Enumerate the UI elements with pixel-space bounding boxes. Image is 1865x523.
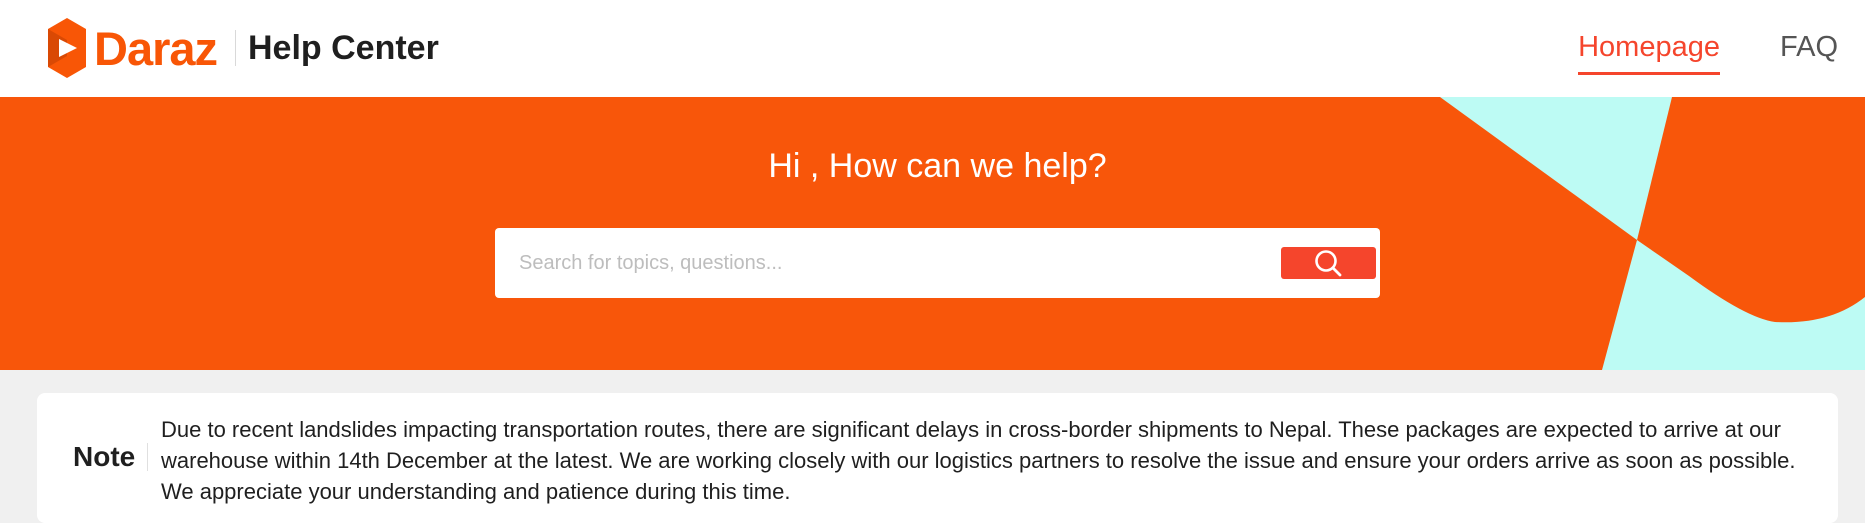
nav-faq[interactable]: FAQ [1780, 28, 1838, 75]
search-input[interactable] [517, 228, 1247, 298]
search-button[interactable] [1281, 247, 1376, 279]
page-title: Help Center [248, 29, 439, 67]
notice-card: Note Due to recent landslides impacting … [37, 393, 1838, 523]
search-icon [1314, 250, 1341, 277]
top-nav: Homepage FAQ [1578, 28, 1838, 75]
hero-heading: Hi , How can we help? [768, 147, 1107, 185]
hero-banner: Hi , How can we help? [0, 97, 1865, 370]
site-header: Daraz Help Center Homepage FAQ [0, 0, 1865, 97]
daraz-logo[interactable]: Daraz [46, 17, 218, 79]
note-text: Due to recent landslides impacting trans… [161, 417, 1796, 504]
note-label: Note [73, 441, 136, 472]
header-divider [235, 30, 236, 66]
search-bar [495, 228, 1380, 298]
logo-wordmark: Daraz [94, 21, 218, 75]
note-divider [147, 443, 148, 471]
nav-homepage[interactable]: Homepage [1578, 28, 1720, 75]
daraz-logo-icon [48, 18, 86, 78]
